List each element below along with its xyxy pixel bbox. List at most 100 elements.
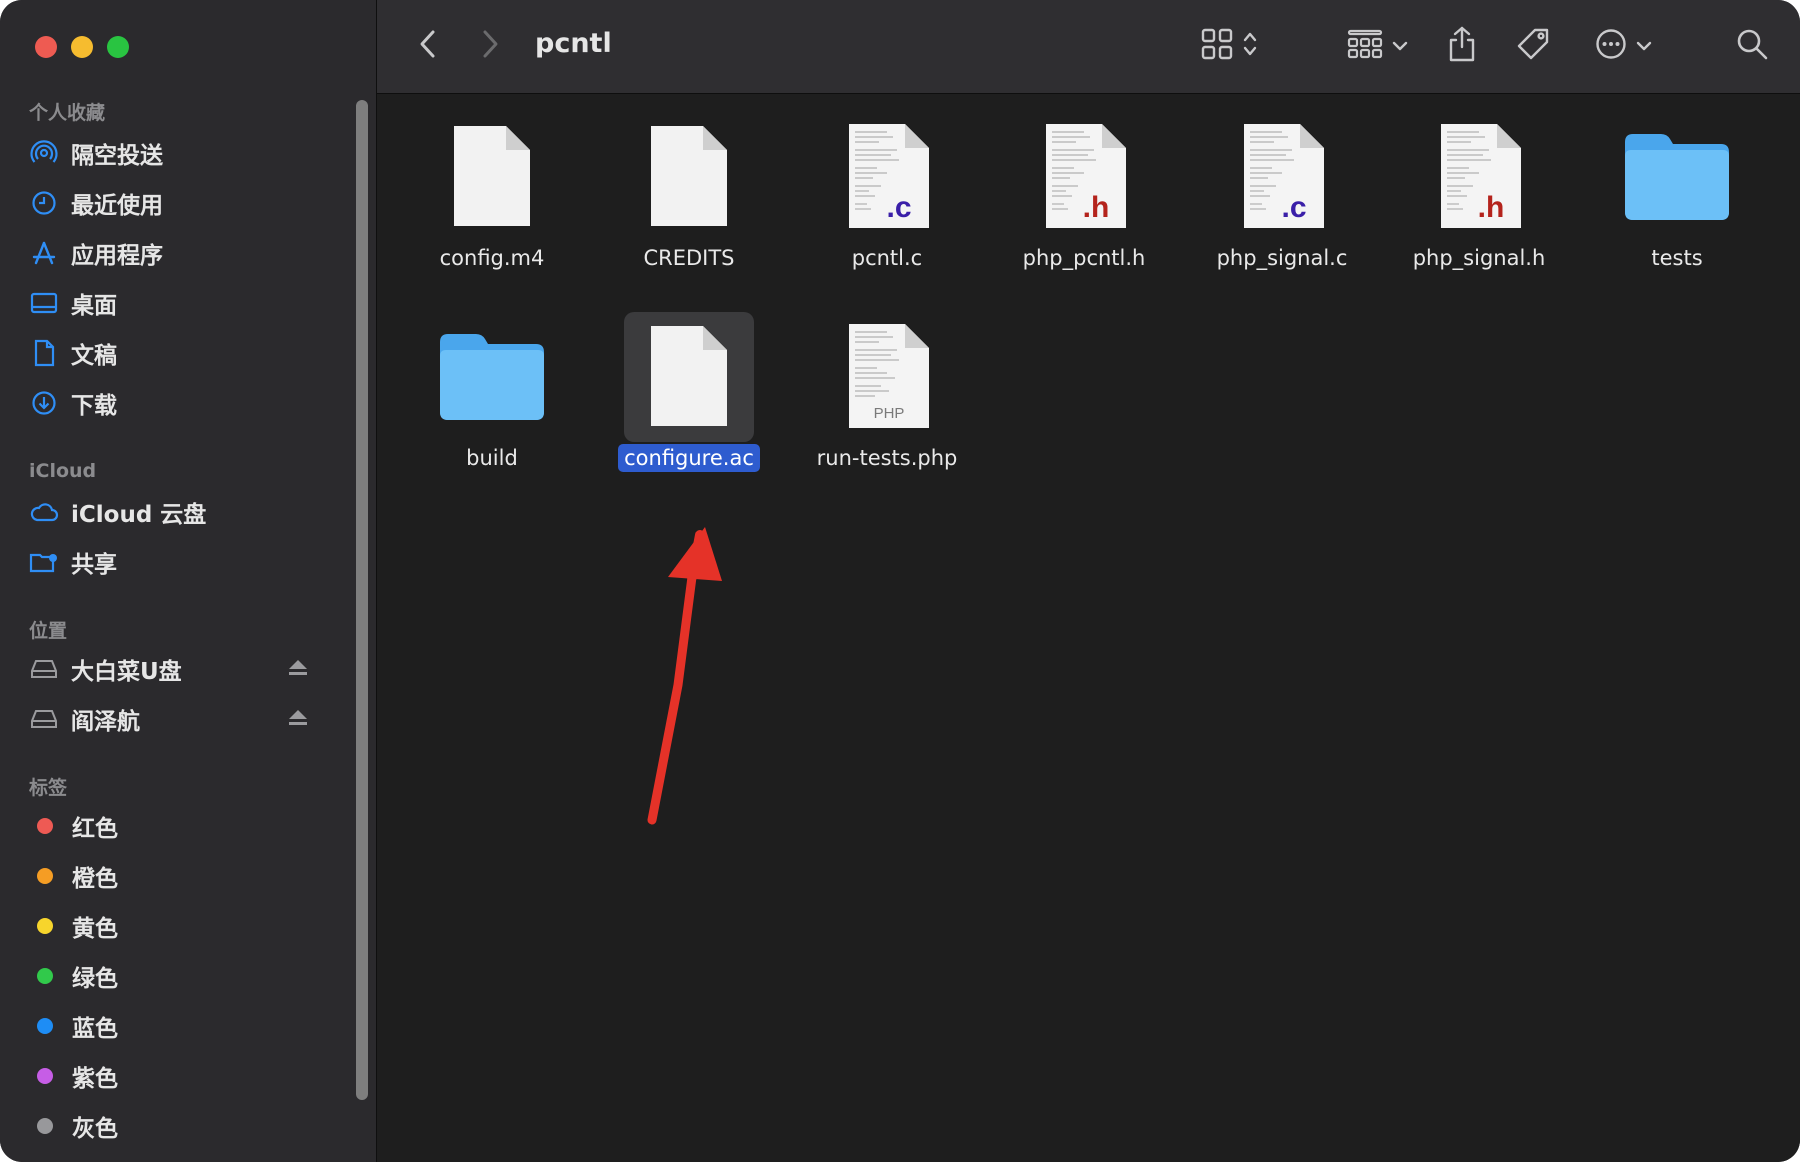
tag-dot-icon <box>37 1068 53 1084</box>
file-name: build <box>466 446 518 470</box>
sidebar-item-label: 阎泽航 <box>71 709 140 735</box>
sidebar-item-label: 黄色 <box>72 916 118 942</box>
eject-icon[interactable] <box>288 659 308 679</box>
sidebar-item-icloud-drive[interactable]: iCloud 云盘 <box>29 492 329 532</box>
sidebar-item-label: 应用程序 <box>71 243 163 269</box>
sidebar-tag-green[interactable]: 绿色 <box>29 956 329 996</box>
sidebar-item-label: 桌面 <box>71 293 117 319</box>
minimize-window-button[interactable] <box>71 36 93 58</box>
chevron-left-icon <box>418 29 436 63</box>
finder-window: 个人收藏 隔空投送 最近使用 应用程序 桌面 文稿 下载 iCloud iClo… <box>0 0 1800 1162</box>
sidebar-scrollbar[interactable] <box>356 100 368 1100</box>
file-name: php_signal.c <box>1216 246 1348 270</box>
file-name: tests <box>1651 246 1703 270</box>
folder-icon <box>438 332 546 426</box>
more-actions-button[interactable] <box>1588 24 1658 68</box>
sidebar-item-recents[interactable]: 最近使用 <box>29 183 329 223</box>
sidebar-item-label: 紫色 <box>72 1066 118 1092</box>
tag-dot-icon <box>37 868 53 884</box>
eject-icon[interactable] <box>288 709 308 729</box>
tag-icon <box>1515 26 1551 66</box>
view-mode-button[interactable] <box>1194 26 1264 66</box>
file-name: CREDITS <box>643 246 735 270</box>
file-item[interactable]: .c pcntl.c <box>797 118 977 278</box>
blank-document-icon <box>649 124 729 232</box>
sidebar-item-applications[interactable]: 应用程序 <box>29 233 329 273</box>
sidebar-item-label: 橙色 <box>72 866 118 892</box>
group-icon <box>1346 28 1384 64</box>
php-file-icon: PHP <box>847 322 931 434</box>
cloud-icon <box>29 497 59 527</box>
tag-dot-icon <box>37 1118 53 1134</box>
blank-document-icon <box>452 124 532 232</box>
sidebar: 个人收藏 隔空投送 最近使用 应用程序 桌面 文稿 下载 iCloud iClo… <box>0 0 377 1162</box>
zoom-window-button[interactable] <box>107 36 129 58</box>
shared-folder-icon <box>29 547 59 577</box>
group-button[interactable] <box>1342 26 1412 66</box>
file-extension-label: PHP <box>874 405 905 422</box>
tag-dot-icon <box>37 918 53 934</box>
sidebar-item-user-drive[interactable]: 阎泽航 <box>29 699 329 739</box>
file-item[interactable]: .h php_pcntl.h <box>994 118 1174 278</box>
file-item[interactable]: .h php_signal.h <box>1389 118 1569 278</box>
download-icon <box>29 388 59 418</box>
icloud-section-title: iCloud <box>29 460 97 482</box>
share-button[interactable] <box>1442 24 1482 68</box>
sidebar-tag-yellow[interactable]: 黄色 <box>29 906 329 946</box>
chevron-updown-icon <box>1242 30 1258 62</box>
file-name: php_pcntl.h <box>1022 246 1146 270</box>
sidebar-tag-blue[interactable]: 蓝色 <box>29 1006 329 1046</box>
desktop-icon <box>29 288 59 318</box>
tag-button[interactable] <box>1511 24 1555 68</box>
tags-section-title: 标签 <box>29 777 68 799</box>
c-source-file-icon: .c <box>1242 122 1326 234</box>
file-name: php_signal.h <box>1412 246 1546 270</box>
sidebar-item-label: 下载 <box>71 393 117 419</box>
chevron-down-icon <box>1636 37 1652 56</box>
back-button[interactable] <box>410 26 444 66</box>
sidebar-item-label: 蓝色 <box>72 1016 118 1042</box>
sidebar-item-downloads[interactable]: 下载 <box>29 383 329 423</box>
applications-icon <box>29 238 59 268</box>
folder-item[interactable]: build <box>402 320 582 480</box>
sidebar-item-usb-drive[interactable]: 大白菜U盘 <box>29 649 329 689</box>
file-item[interactable]: PHP run-tests.php <box>797 320 977 480</box>
selected-file-name: configure.ac <box>618 444 760 472</box>
annotation-arrow <box>647 527 722 825</box>
window-title: pcntl <box>535 28 612 59</box>
sidebar-item-label: 最近使用 <box>71 193 163 219</box>
file-extension-label: .h <box>1478 191 1505 224</box>
file-item[interactable]: .c php_signal.c <box>1192 118 1372 278</box>
sidebar-tag-orange[interactable]: 橙色 <box>29 856 329 896</box>
header-file-icon: .h <box>1439 122 1523 234</box>
close-window-button[interactable] <box>35 36 57 58</box>
file-item[interactable]: CREDITS <box>599 118 779 278</box>
document-icon <box>29 338 59 368</box>
search-button[interactable] <box>1730 24 1774 68</box>
sidebar-item-label: 共享 <box>71 552 117 578</box>
folder-item[interactable]: tests <box>1587 118 1767 278</box>
file-item[interactable]: config.m4 <box>402 118 582 278</box>
sidebar-item-label: iCloud 云盘 <box>71 502 207 528</box>
sidebar-tag-purple[interactable]: 紫色 <box>29 1056 329 1096</box>
sidebar-item-desktop[interactable]: 桌面 <box>29 283 329 323</box>
file-name: configure.ac <box>599 444 779 472</box>
file-extension-label: .h <box>1083 191 1110 224</box>
sidebar-item-documents[interactable]: 文稿 <box>29 333 329 373</box>
airdrop-icon <box>29 138 59 168</box>
search-icon <box>1735 27 1769 65</box>
chevron-down-icon <box>1392 37 1408 56</box>
forward-button[interactable] <box>474 26 508 66</box>
c-source-file-icon: .c <box>847 122 931 234</box>
blank-document-icon <box>649 324 729 432</box>
file-item-selected[interactable]: configure.ac <box>599 312 779 482</box>
header-file-icon: .h <box>1044 122 1128 234</box>
file-name: pcntl.c <box>851 246 923 270</box>
sidebar-tag-red[interactable]: 红色 <box>29 806 329 846</box>
sidebar-item-label: 文稿 <box>71 343 117 369</box>
sidebar-item-airdrop[interactable]: 隔空投送 <box>29 133 329 173</box>
drive-icon <box>29 704 59 734</box>
sidebar-item-shared[interactable]: 共享 <box>29 542 329 582</box>
favorites-section-title: 个人收藏 <box>29 102 106 124</box>
sidebar-tag-gray[interactable]: 灰色 <box>29 1106 329 1146</box>
